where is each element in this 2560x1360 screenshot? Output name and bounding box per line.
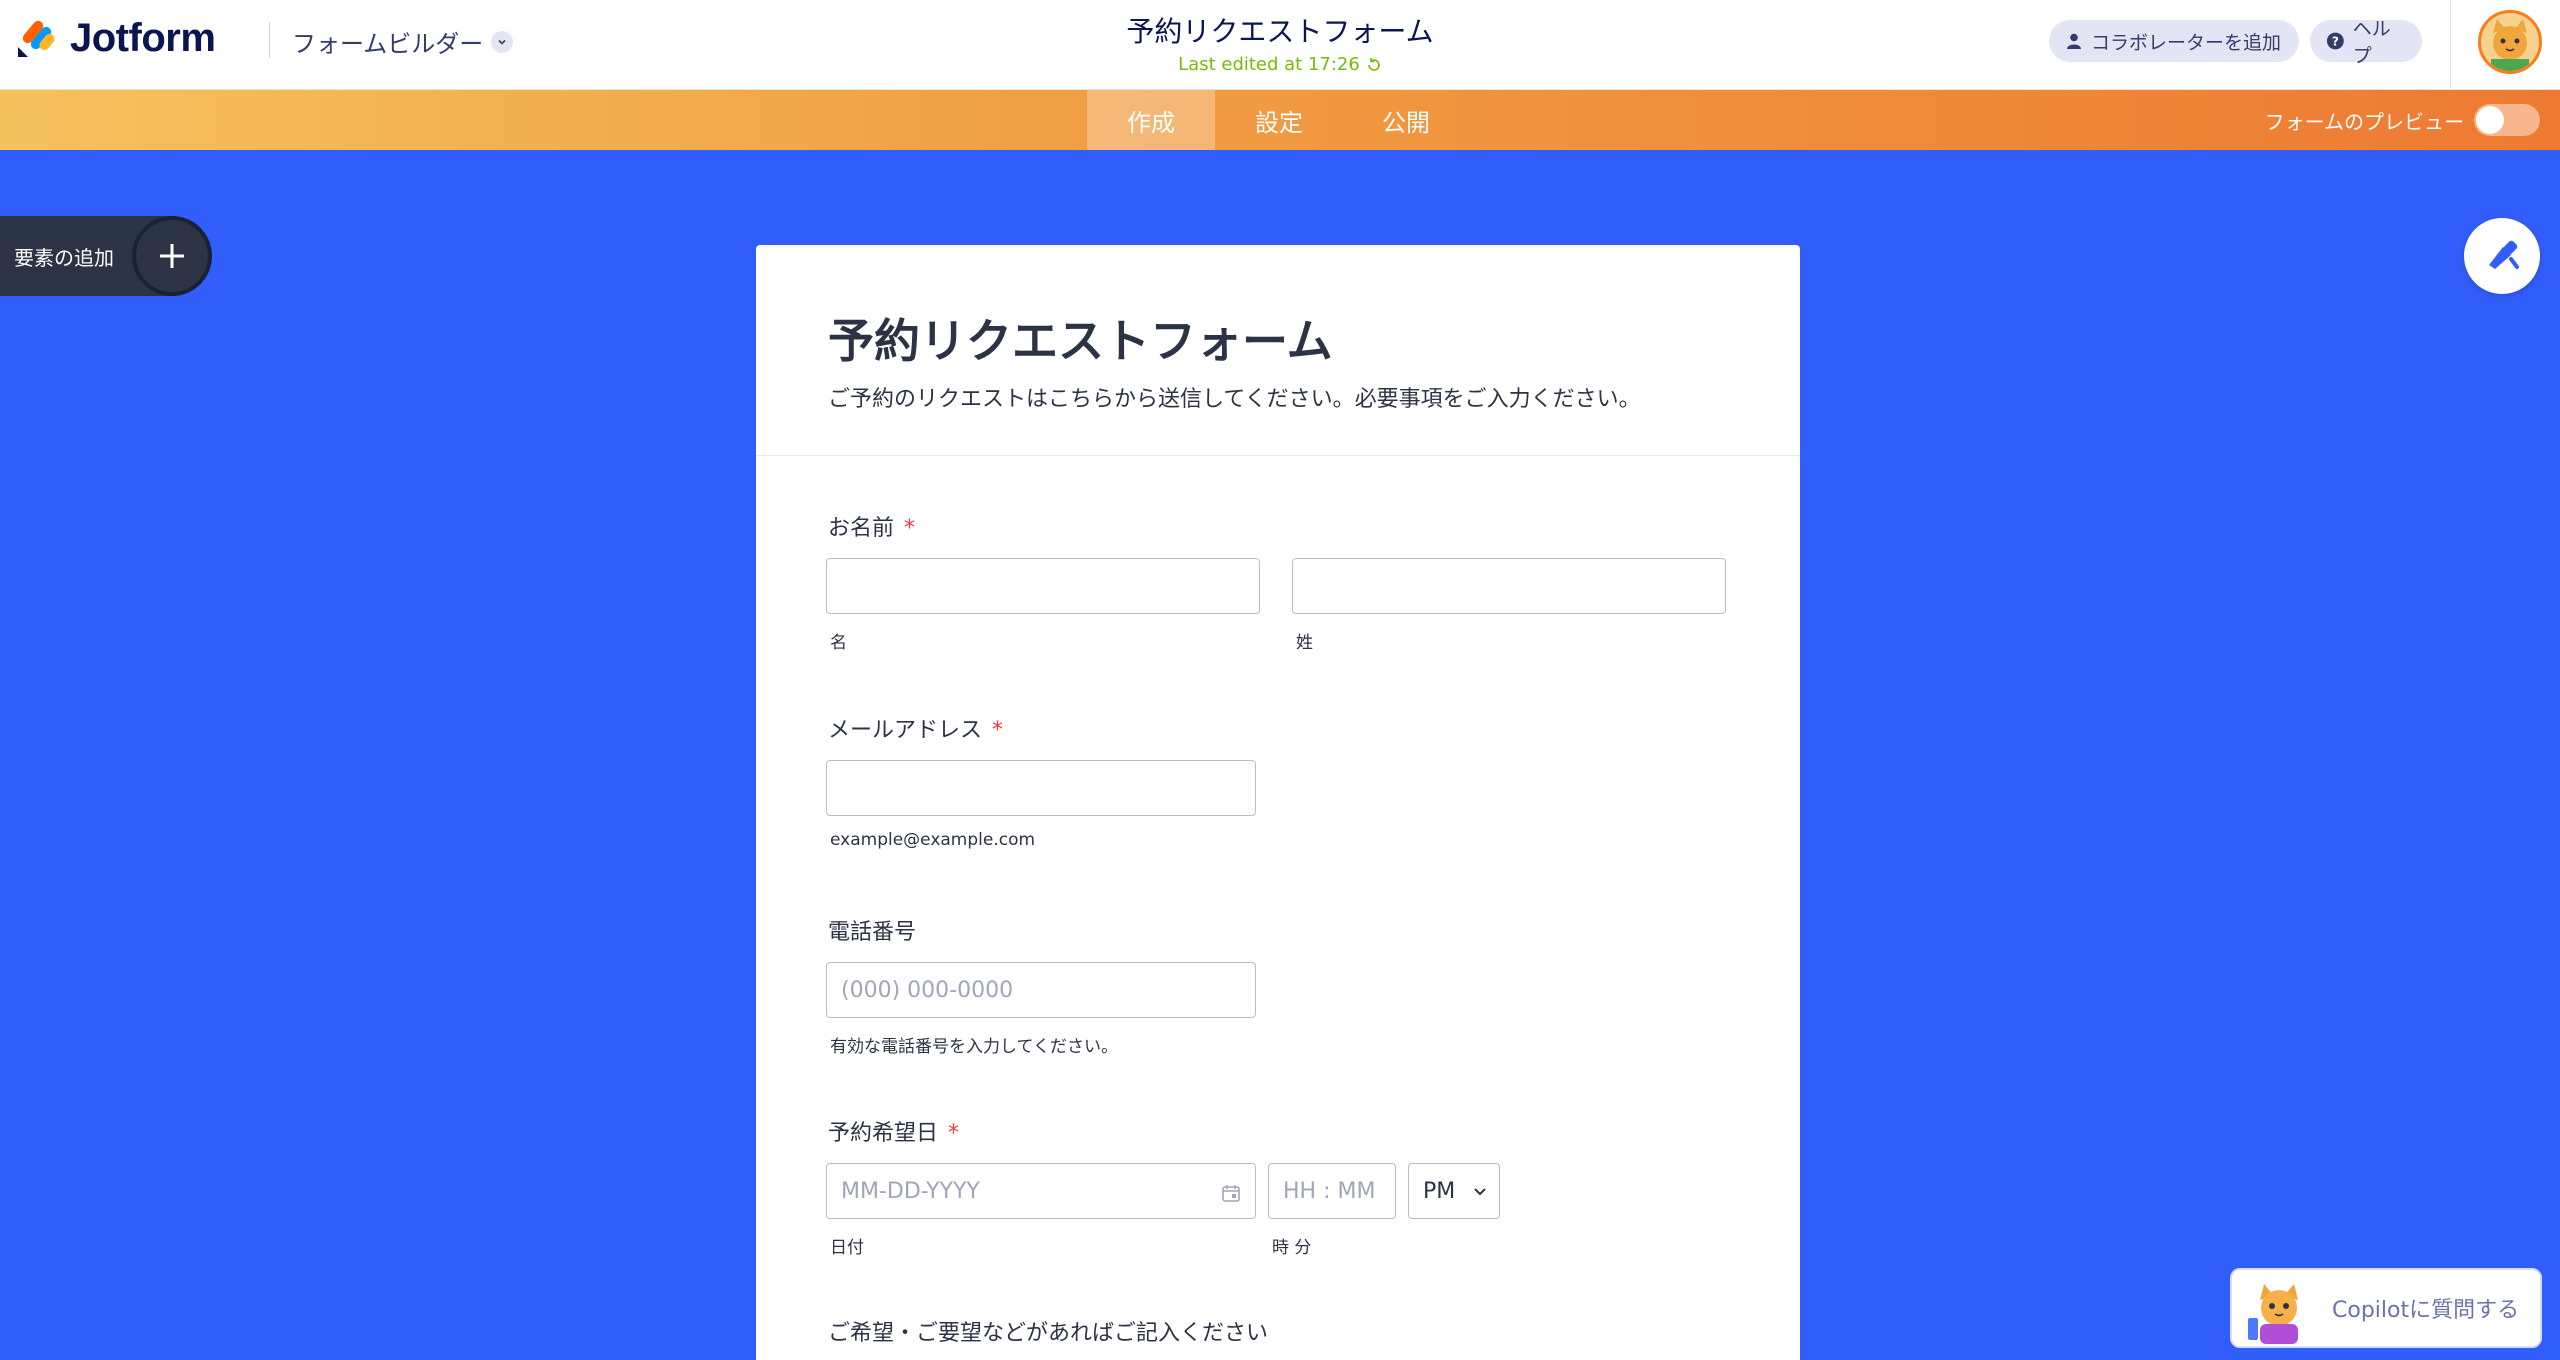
toggle-knob xyxy=(2476,106,2504,134)
date-placeholder: MM-DD-YYYY xyxy=(841,1178,980,1204)
plus-icon xyxy=(160,244,184,268)
header-divider xyxy=(269,22,270,58)
field-notes[interactable]: ご希望・ご要望などがあればご記入ください xyxy=(828,1315,1728,1355)
email-label-text: メールアドレス xyxy=(828,718,983,743)
required-asterisk: * xyxy=(948,1121,960,1146)
phone-input[interactable]: (000) 000-0000 xyxy=(826,962,1256,1018)
jotform-logo[interactable]: Jotform xyxy=(14,16,216,61)
add-element-panel[interactable]: 要素の追加 xyxy=(0,216,212,296)
date-sublabel: 日付 xyxy=(830,1238,864,1258)
field-email[interactable]: メールアドレス * example@example.com xyxy=(826,712,1728,850)
field-label-phone: 電話番号 xyxy=(828,920,917,945)
paint-roller-icon xyxy=(2489,240,2519,269)
field-full-name[interactable]: お名前 * 名 姓 xyxy=(826,510,1728,653)
add-collaborator-label: コラボレーターを追加 xyxy=(2091,31,2282,54)
name-label-text: お名前 xyxy=(828,516,895,541)
time-input[interactable]: HH : MM xyxy=(1268,1163,1396,1219)
form-builder-dropdown[interactable]: フォームビルダー xyxy=(292,24,514,59)
copilot-button[interactable]: Copilotに質問する xyxy=(2230,1268,2542,1348)
last-name-input[interactable] xyxy=(1292,558,1726,614)
brand-name: Jotform xyxy=(70,16,216,60)
first-name-sublabel: 名 xyxy=(830,633,847,653)
tab-publish-label: 公開 xyxy=(1382,108,1430,137)
help-label: ヘルプ xyxy=(2352,18,2391,67)
help-button[interactable]: ? ヘルプ xyxy=(2310,18,2422,67)
phone-placeholder: (000) 000-0000 xyxy=(841,977,1014,1003)
jotform-logo-icon xyxy=(18,20,55,57)
last-name-sublabel: 姓 xyxy=(1296,633,1313,653)
form-description: ご予約のリクエストはこちらから送信してください。必要事項をご入力ください。 xyxy=(828,387,1641,412)
tab-publish[interactable]: 公開 xyxy=(1342,90,1470,150)
form-title-block: 予約リクエストフォーム Last edited at 17:26 xyxy=(980,10,1580,75)
tab-settings-label: 設定 xyxy=(1255,108,1303,137)
date-label-text: 予約希望日 xyxy=(828,1121,939,1146)
field-label-name: お名前 * xyxy=(828,510,1728,542)
time-sublabel: 時 分 xyxy=(1272,1238,1312,1258)
form-header[interactable]: 予約リクエストフォーム ご予約のリクエストはこちらから送信してください。必要事項… xyxy=(756,245,1800,456)
form-designer-button[interactable] xyxy=(2464,218,2540,294)
user-icon xyxy=(2067,33,2081,49)
add-element-button[interactable] xyxy=(132,216,212,296)
phone-sublabel: 有効な電話番号を入力してください。 xyxy=(830,1037,1118,1057)
tab-build[interactable]: 作成 xyxy=(1087,90,1215,150)
last-edited-text: Last edited at 17:26 xyxy=(1178,54,1360,75)
email-input[interactable] xyxy=(826,760,1256,816)
calendar-icon[interactable] xyxy=(1221,1183,1241,1203)
date-input[interactable]: MM-DD-YYYY xyxy=(826,1163,1256,1219)
field-phone[interactable]: 電話番号 (000) 000-0000 有効な電話番号を入力してください。 xyxy=(826,914,1728,1057)
header-divider-right xyxy=(2450,0,2451,90)
builder-nav-bar: 作成 設定 公開 フォームのプレビュー xyxy=(0,90,2560,150)
required-asterisk: * xyxy=(904,516,916,541)
top-header: Jotform フォームビルダー 予約リクエストフォーム Last edited… xyxy=(0,0,2560,90)
copilot-label: Copilotに質問する xyxy=(2332,1298,2520,1323)
time-placeholder: HH : MM xyxy=(1283,1178,1376,1204)
history-icon[interactable] xyxy=(1366,57,1382,73)
first-name-input[interactable] xyxy=(826,558,1260,614)
copilot-mascot-icon xyxy=(2248,1284,2298,1344)
form-preview-toggle[interactable] xyxy=(2474,104,2540,136)
field-label-notes: ご希望・ご要望などがあればご記入ください xyxy=(828,1321,1269,1346)
field-label-date: 予約希望日 * xyxy=(828,1115,1728,1147)
add-collaborator-button[interactable]: コラボレーターを追加 xyxy=(2049,20,2299,62)
cat-avatar-icon xyxy=(2481,13,2539,71)
field-appointment-date[interactable]: 予約希望日 * MM-DD-YYYY HH : MM PM 日付 時 分 xyxy=(826,1115,1728,1258)
email-sublabel: example@example.com xyxy=(830,830,1036,850)
last-edited-status: Last edited at 17:26 xyxy=(980,54,1580,75)
header-form-title[interactable]: 予約リクエストフォーム xyxy=(980,10,1580,50)
tab-build-label: 作成 xyxy=(1127,108,1175,137)
form-heading: 予約リクエストフォーム xyxy=(828,314,1333,368)
avatar[interactable] xyxy=(2478,10,2542,74)
chevron-down-icon xyxy=(1474,1188,1486,1196)
ampm-select[interactable]: PM xyxy=(1408,1163,1500,1219)
form-card: 予約リクエストフォーム ご予約のリクエストはこちらから送信してください。必要事項… xyxy=(756,245,1800,1360)
required-asterisk: * xyxy=(992,718,1004,743)
form-preview-label: フォームのプレビュー xyxy=(2264,109,2464,134)
svg-text:?: ? xyxy=(2332,35,2339,49)
chevron-down-icon xyxy=(491,30,514,53)
form-preview-toggle-group: フォームのプレビュー xyxy=(2265,104,2540,136)
help-icon: ? xyxy=(2326,32,2344,50)
ampm-value: PM xyxy=(1423,1178,1456,1204)
field-label-email: メールアドレス * xyxy=(828,712,1728,744)
tab-settings[interactable]: 設定 xyxy=(1215,90,1343,150)
builder-dropdown-label: フォームビルダー xyxy=(292,30,484,58)
